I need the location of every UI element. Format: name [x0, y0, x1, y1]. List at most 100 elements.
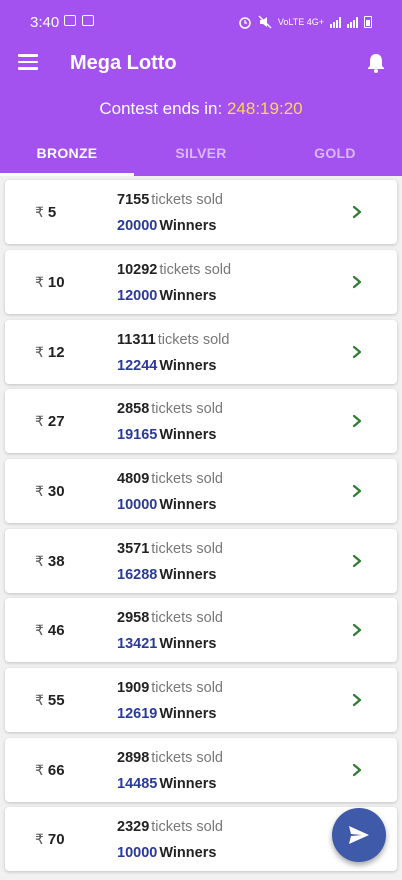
sold-count: 11311 [117, 332, 156, 348]
lottery-row[interactable]: ₹12 11311 tickets sold 12244 Winners [5, 320, 397, 384]
contest-countdown: Contest ends in: 248:19:20 [0, 99, 402, 119]
status-right-icons: VoLTE 4G+ [238, 15, 372, 29]
winners-info: 10000 Winners [117, 497, 216, 513]
winners-label: Winners [159, 358, 217, 374]
tab-silver[interactable]: SILVER [134, 142, 268, 176]
ticket-price: ₹12 [35, 344, 65, 361]
battery-icon [364, 16, 372, 28]
winners-count: 13421 [117, 636, 158, 652]
price-value: 66 [47, 762, 65, 779]
winners-info: 16288 Winners [117, 567, 216, 583]
sold-label: tickets sold [151, 610, 223, 626]
winners-info: 20000 Winners [117, 218, 216, 234]
sold-count: 7155 [117, 192, 150, 208]
tickets-sold: 2858 tickets sold [117, 401, 223, 417]
chevron-right-icon [352, 763, 362, 777]
lottery-row[interactable]: ₹38 3571 tickets sold 16288 Winners [5, 529, 397, 593]
sold-label: tickets sold [151, 401, 223, 417]
winners-info: 14485 Winners [117, 776, 216, 792]
signal-icon-2 [347, 16, 358, 28]
rupee-symbol: ₹ [35, 622, 44, 638]
ticket-price: ₹70 [35, 831, 65, 848]
gallery-notification-icon [64, 15, 76, 26]
sold-count: 2858 [117, 401, 150, 417]
winners-count: 12244 [117, 358, 158, 374]
lottery-row[interactable]: ₹55 1909 tickets sold 12619 Winners [5, 668, 397, 732]
winners-info: 12619 Winners [117, 706, 216, 722]
sold-label: tickets sold [151, 471, 223, 487]
sold-label: tickets sold [151, 192, 223, 208]
chevron-right-icon [352, 623, 362, 637]
ticket-price: ₹38 [35, 553, 65, 570]
tickets-sold: 4809 tickets sold [117, 471, 223, 487]
tab-bronze[interactable]: BRONZE [0, 142, 134, 176]
tab-gold[interactable]: GOLD [268, 142, 402, 176]
lottery-row[interactable]: ₹5 7155 tickets sold 20000 Winners [5, 180, 397, 244]
price-value: 12 [47, 344, 65, 361]
rupee-symbol: ₹ [35, 274, 44, 290]
bell-icon[interactable] [366, 52, 386, 74]
chevron-right-icon [352, 275, 362, 289]
chevron-right-icon [352, 554, 362, 568]
hamburger-menu-icon[interactable] [18, 54, 38, 70]
tickets-sold: 2958 tickets sold [117, 610, 223, 626]
app-title: Mega Lotto [70, 52, 177, 74]
sold-count: 1909 [117, 680, 150, 696]
price-value: 46 [47, 622, 65, 639]
chevron-right-icon [352, 205, 362, 219]
winners-count: 10000 [117, 497, 158, 513]
rupee-symbol: ₹ [35, 692, 44, 708]
lottery-row[interactable]: ₹30 4809 tickets sold 10000 Winners [5, 459, 397, 523]
send-icon [349, 826, 369, 844]
price-value: 10 [47, 274, 65, 291]
winners-label: Winners [159, 776, 217, 792]
sold-label: tickets sold [151, 819, 223, 835]
message-notification-icon [82, 15, 94, 26]
tickets-sold: 7155 tickets sold [117, 192, 223, 208]
winners-count: 12000 [117, 288, 158, 304]
tickets-sold: 2329 tickets sold [117, 819, 223, 835]
rupee-symbol: ₹ [35, 413, 44, 429]
sold-count: 2329 [117, 819, 150, 835]
chevron-right-icon [352, 345, 362, 359]
rupee-symbol: ₹ [35, 204, 44, 220]
sold-label: tickets sold [151, 541, 223, 557]
network-type-label: VoLTE 4G+ [277, 17, 324, 27]
sold-count: 3571 [117, 541, 150, 557]
chevron-right-icon [352, 693, 362, 707]
winners-info: 12244 Winners [117, 358, 216, 374]
winners-label: Winners [159, 636, 217, 652]
sold-label: tickets sold [151, 680, 223, 696]
signal-icon [330, 16, 341, 28]
sold-count: 4809 [117, 471, 150, 487]
winners-label: Winners [159, 218, 217, 234]
app-header: 3:40 VoLTE 4G+ Mega Lotto Contest ends i… [0, 0, 402, 176]
chevron-right-icon [352, 484, 362, 498]
tickets-sold: 3571 tickets sold [117, 541, 223, 557]
chevron-right-icon [352, 414, 362, 428]
price-value: 30 [47, 483, 65, 500]
winners-label: Winners [159, 845, 217, 861]
sold-count: 2958 [117, 610, 150, 626]
lottery-row[interactable]: ₹27 2858 tickets sold 19165 Winners [5, 389, 397, 453]
winners-count: 14485 [117, 776, 158, 792]
winners-count: 10000 [117, 845, 158, 861]
tickets-sold: 10292 tickets sold [117, 262, 231, 278]
lottery-row[interactable]: ₹46 2958 tickets sold 13421 Winners [5, 598, 397, 662]
rupee-symbol: ₹ [35, 553, 44, 569]
tickets-sold: 2898 tickets sold [117, 750, 223, 766]
status-bar: 3:40 VoLTE 4G+ [0, 0, 402, 44]
winners-info: 10000 Winners [117, 845, 216, 861]
sold-label: tickets sold [159, 262, 232, 278]
lottery-row[interactable]: ₹66 2898 tickets sold 14485 Winners [5, 738, 397, 802]
ticket-price: ₹66 [35, 762, 65, 779]
winners-info: 13421 Winners [117, 636, 216, 652]
lottery-row[interactable]: ₹10 10292 tickets sold 12000 Winners [5, 250, 397, 314]
mute-icon [258, 15, 272, 29]
ticket-price: ₹10 [35, 274, 65, 291]
price-value: 38 [47, 553, 65, 570]
winners-info: 19165 Winners [117, 427, 216, 443]
send-fab-button[interactable] [332, 808, 386, 862]
winners-label: Winners [159, 567, 217, 583]
sold-count: 10292 [117, 262, 158, 278]
